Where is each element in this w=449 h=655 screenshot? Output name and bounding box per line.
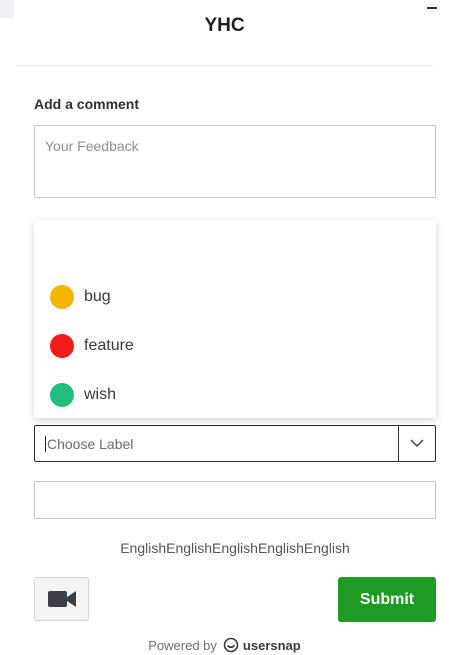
dropdown-option-label: feature — [84, 337, 134, 354]
label-dropdown-menu: bug feature wish — [34, 220, 436, 418]
usersnap-logo[interactable]: usersnap — [223, 637, 301, 653]
dropdown-option-wish[interactable]: wish — [50, 380, 116, 410]
dropdown-option-label: wish — [84, 386, 117, 403]
video-camera-icon — [47, 591, 76, 607]
additional-input[interactable] — [34, 481, 436, 519]
select-toggle-button[interactable] — [398, 426, 435, 461]
label-select-field[interactable]: Choose Label — [35, 426, 398, 461]
widget-title: YHC — [204, 15, 245, 36]
submit-button[interactable]: Submit — [338, 577, 436, 622]
powered-by-text: Powered by — [148, 637, 217, 653]
chevron-down-icon — [410, 439, 424, 448]
bug-color-dot-icon — [50, 285, 74, 309]
wish-color-dot-icon — [50, 383, 74, 407]
comment-label: Add a comment — [34, 96, 140, 112]
feedback-textarea[interactable] — [34, 125, 436, 198]
corner-marker — [0, 0, 14, 18]
feature-color-dot-icon — [50, 334, 74, 358]
screen-record-button[interactable] — [34, 577, 89, 621]
dropdown-option-bug[interactable]: bug — [50, 282, 111, 312]
widget-header: YHC — [16, 0, 433, 66]
brand-name: usersnap — [242, 637, 301, 653]
label-select-placeholder: Choose Label — [47, 435, 134, 452]
powered-by-footer: Powered by usersnap — [0, 637, 449, 653]
dropdown-option-feature[interactable]: feature — [50, 331, 134, 361]
label-select[interactable]: Choose Label — [34, 425, 436, 462]
language-text: EnglishEnglishEnglishEnglishEnglish — [120, 540, 350, 556]
text-cursor — [45, 435, 46, 452]
usersnap-icon — [223, 637, 239, 653]
dropdown-option-label: bug — [84, 288, 111, 305]
